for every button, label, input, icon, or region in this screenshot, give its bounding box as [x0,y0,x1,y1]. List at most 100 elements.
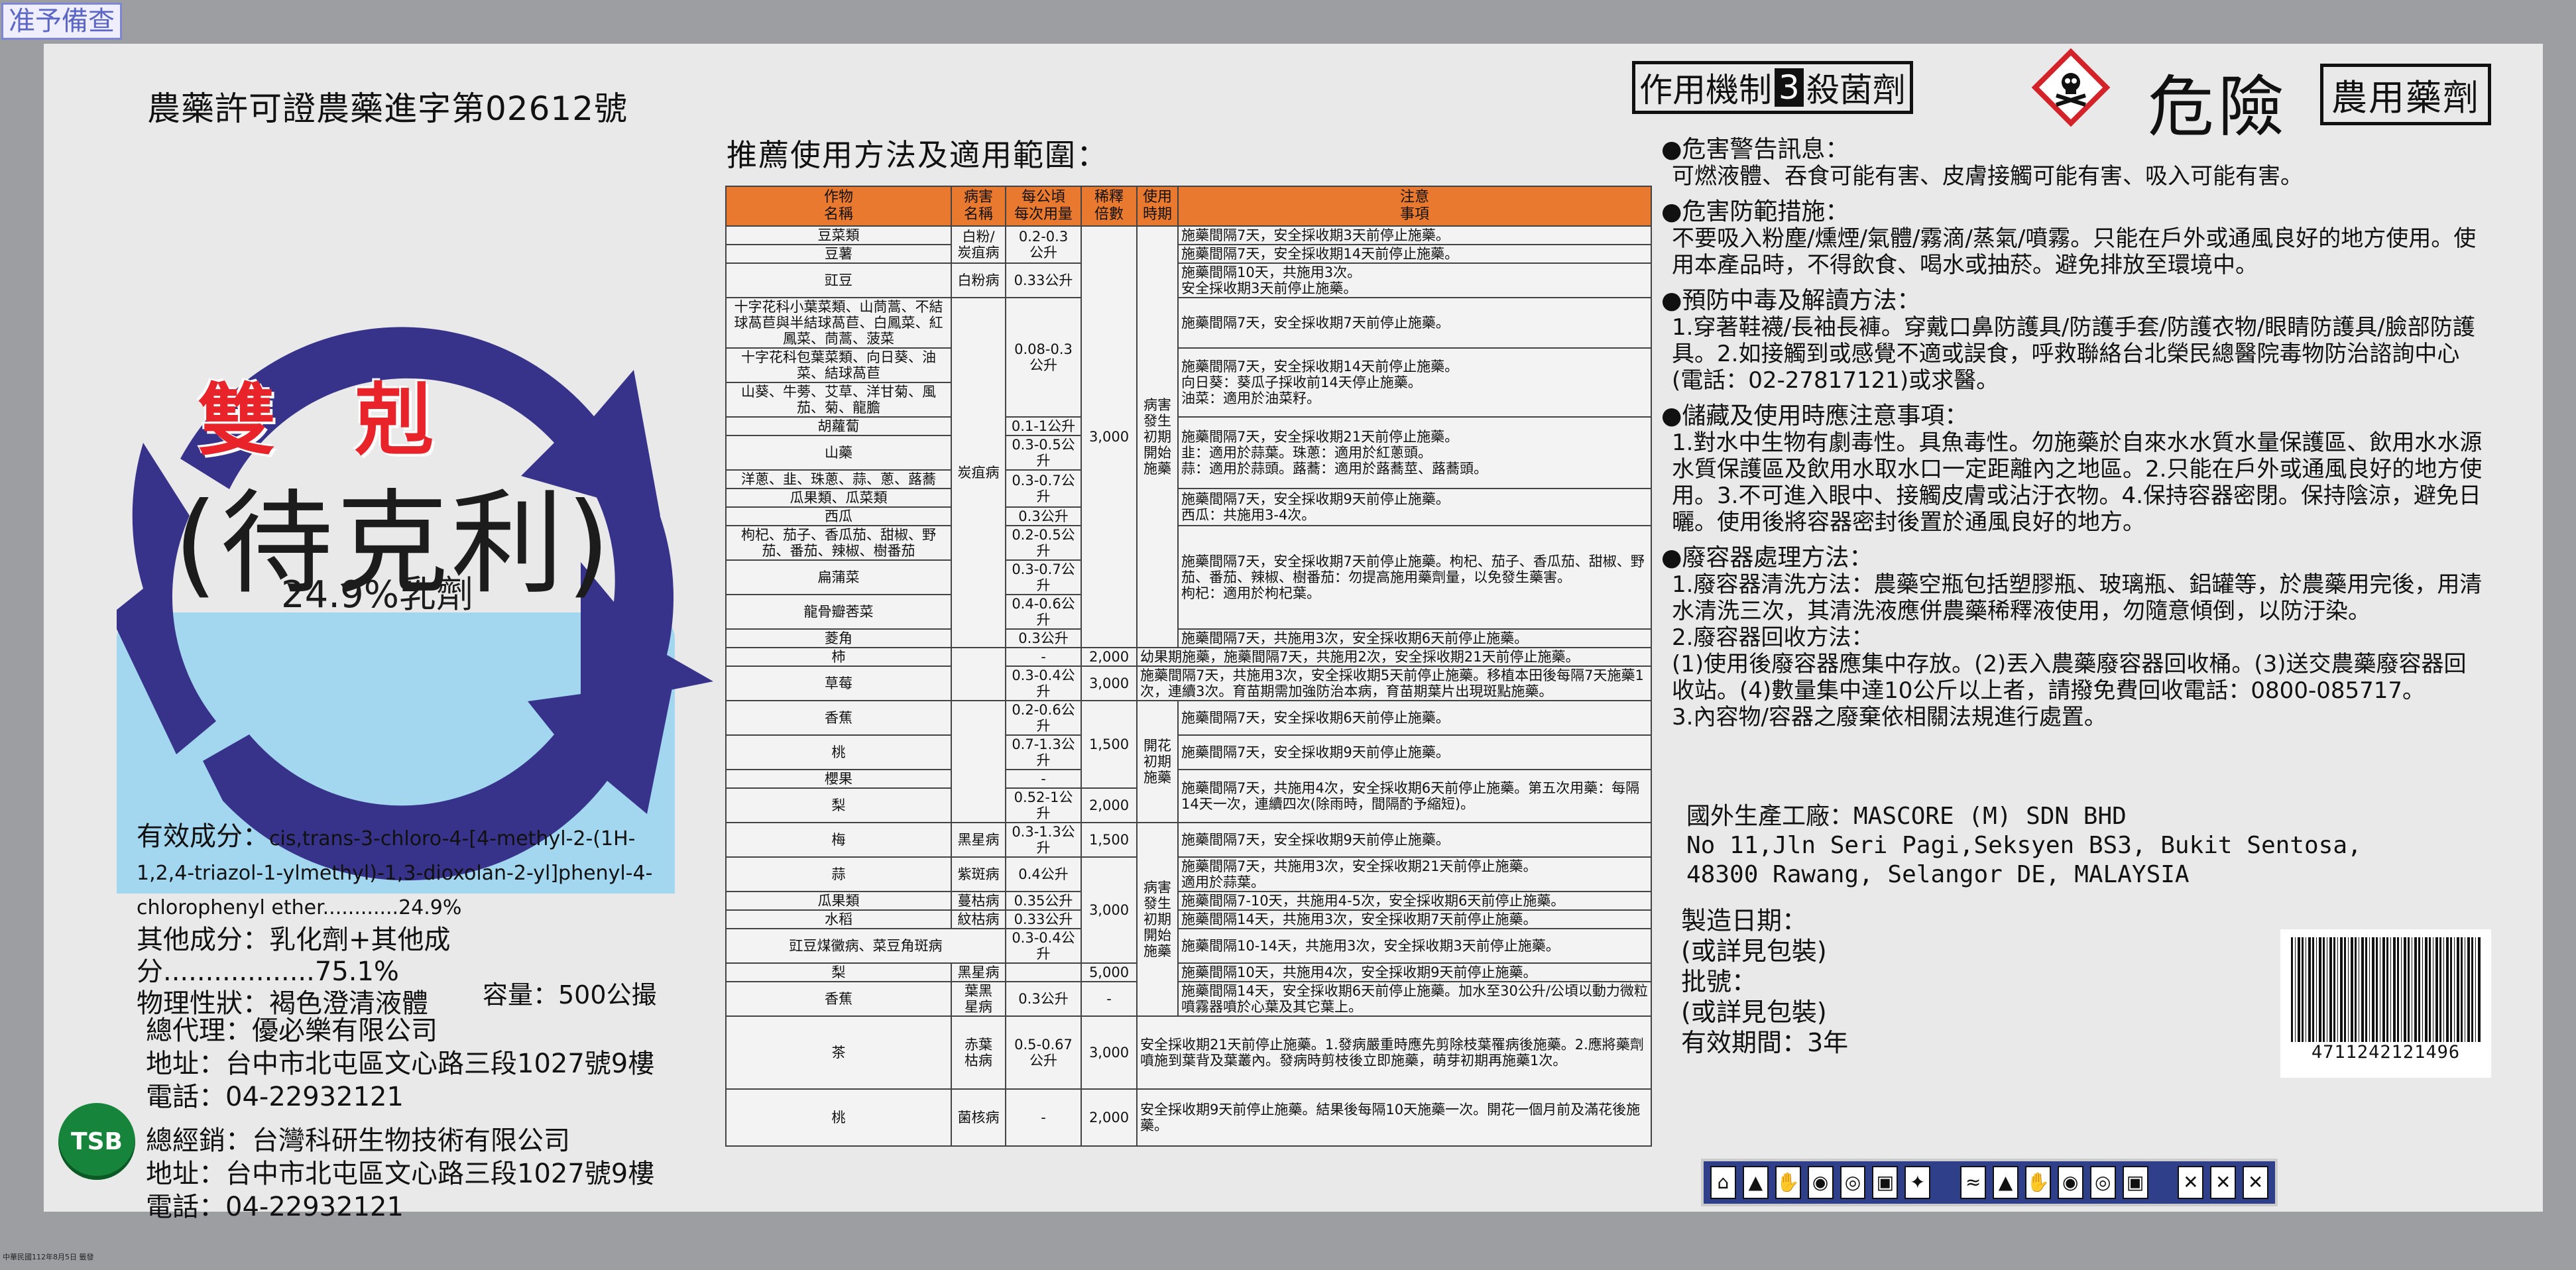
notes-cell: 施藥間隔7天，安全採收期9天前停止施藥。 西瓜：共施用3-4次。 [1177,488,1652,526]
crop-cell: 枸杞、茄子、香瓜茄、甜椒、野茄、番茄、辣椒、樹番茄 [725,525,952,561]
product-concentration: 24.9%乳劑 [281,573,473,616]
dilution-cell: 3,000 [1081,665,1138,701]
dosage-cell: 0.3公升 [1005,506,1082,526]
notes-cell: 施藥間隔7天，安全採收期6天前停止施藥。 [1177,700,1652,736]
batch-label: 批號： [1681,967,1757,996]
notes-cell: 施藥間隔7天，安全採收期9天前停止施藥。 [1177,734,1652,770]
table-row: 豆薯 施藥間隔7天，安全採收期14天前停止施藥。 [725,244,1652,264]
notes-cell: 幼果期施藥，施藥間隔7天，共施用2次，安全採收期21天前停止施藥。 [1136,647,1652,667]
notes-cell: 施藥間隔10-14天，共施用3次，安全採收期3天前停止施藥。 [1177,928,1652,964]
distributor-phone: 電話：04-22932121 [146,1192,404,1222]
table-row: 菱角 0.3公升 施藥間隔7天，共施用3次，安全採收期6天前停止施藥。 [725,628,1652,648]
agricultural-use-label: 農用藥劑 [2320,64,2491,125]
table-row: 瓜果類、瓜菜類 施藥間隔7天，安全採收期9天前停止施藥。 西瓜：共施用3-4次。 [725,488,1652,526]
dosage-cell: 0.3-0.7公升 [1005,559,1082,595]
crop-cell: 瓜果類 [725,891,952,911]
storage-text: 1.對水中生物有劇毒性。具魚毒性。勿施藥於自來水水質水量保護區、飲用水水源水質保… [1672,430,2483,536]
manufacturer-address-1: No 11,Jln Seri Pagi,Seksyen BS3, Bukit S… [1686,832,2362,859]
fish-toxic-icon: ✕ [2178,1166,2204,1199]
header-disease: 病害 名稱 [951,186,1006,227]
mechanism-box: 作用機制 3 殺菌劑 [1632,61,1913,114]
disease-cell: 菌核病 [951,1088,1006,1147]
dosage-cell: 0.08-0.3 公升 [1005,297,1082,418]
dosage-cell: 0.3-0.7公升 [1005,469,1082,508]
disease-cell: 白粉病 [951,262,1006,298]
pictogram-gap [1937,1166,1954,1199]
dosage-cell: 0.33公升 [1005,262,1082,298]
notes-cell: 施藥間隔7天，安全採收期14天前停止施藥。 [1177,244,1652,264]
mechanism-label: 作用機制 [1639,71,1772,109]
table-row: 茶 赤葉 枯病 0.5-0.67 公升 3,000 安全採收期21天前停止施藥。… [725,1015,1652,1090]
agent-line: 總代理：優必樂有限公司 [146,1015,438,1046]
header-notes: 注意 事項 [1177,186,1652,227]
notes-cell: 施藥間隔7-10天，共施用4-5次，安全採收期6天前停止施藥。 [1177,891,1652,911]
header-dosage: 每公頃 每次用量 [1005,186,1082,227]
dilution-cell: 5,000 [1081,962,1138,982]
disease-cell: 白粉/ 炭疽病 [951,225,1006,264]
boots-icon: ▲ [1742,1166,1769,1199]
permit-number: 農藥許可證農藥進字第02612號 [147,89,628,128]
crop-cell: 梨 [725,787,952,823]
table-row: 桃 菌核病 - 2,000 安全採收期9天前停止施藥。結果後每隔10天施藥一次。… [725,1088,1652,1147]
hazard-warning-text: 可燃液體、吞食可能有害、皮膚接觸可能有害、吸入可能有害。 [1672,163,2303,190]
dosage-cell: 0.3-0.4公升 [1005,928,1082,964]
dilution-cell: - [1081,981,1138,1017]
table-row: 十字花科小葉菜類、山茼蒿、不結球萵苣與半結球萵苣、白鳳菜、紅鳳菜、茼蒿、菠菜 炭… [725,297,1652,648]
hazard-prevention-text: 不要吸入粉塵/燻煙/氣體/霧滴/蒸氣/噴霧。只能在戶外或通風良好的地方使用。使用… [1672,225,2477,278]
usage-table-title: 推薦使用方法及適用範圍： [727,137,1108,173]
distributor-line: 總經銷：台灣科研生物技術有限公司 [146,1126,570,1156]
manufacturer-name: 國外生產工廠：MASCORE (M) SDN BHD [1686,803,2127,830]
crop-cell: 洋蔥、韭、珠蔥、蒜、蔥、蕗蕎 [725,469,952,489]
crop-cell: 瓜果類、瓜菜類 [725,488,952,508]
footer-note: 中華民國112年8月5日 籤發 [3,1253,94,1261]
manufacturer-info: 國外生產工廠：MASCORE (M) SDN BHD No 11,Jln Ser… [1686,802,2362,890]
crop-cell: 胡蘿蔔 [725,416,952,436]
disposal-text-1: 1.廢容器清洗方法：農藥空瓶包括塑膠瓶、玻璃瓶、鋁罐等，於農藥用完後，用清水清洗… [1672,571,2483,624]
disposal-text-2: 2.廢容器回收方法： [1672,624,1874,651]
notes-cell: 施藥間隔7天，共施用4次，安全採收期6天前停止施藥。第五次用藥：每隔14天一次，… [1177,769,1652,823]
shelf-life: 有效期間：3年 [1681,1028,1849,1057]
dosage-cell: 0.3公升 [1005,981,1082,1017]
hazard-warning-heading: ●危害警告訊息： [1661,136,1849,163]
dosage-cell: 0.7-1.3公升 [1005,734,1082,770]
notes-cell: 施藥間隔7天，共施用3次，安全採收期5天前停止施藥。移植本田後每隔7天施藥1次，… [1136,665,1652,701]
notes-cell: 安全採收期21天前停止施藥。1.發病嚴重時應先剪除枝葉罹病後施藥。2.應將藥劑噴… [1136,1015,1652,1090]
hazard-prevention-heading: ●危害防範措施： [1661,198,1849,225]
boots-icon: ▲ [1993,1166,2019,1199]
gloves-icon: ✋ [1775,1166,1801,1199]
danger-text: 危險 [2148,68,2288,146]
dilution-cell: 3,000 [1081,856,1138,964]
dosage-cell: 0.33公升 [1005,909,1082,929]
notes-cell: 施藥間隔7天，安全採收期3天前停止施藥。 [1177,225,1652,245]
crop-cell: 草莓 [725,665,952,701]
dosage-cell: - [1005,647,1082,667]
agent-address: 地址：台中市北屯區文心路三段1027號9樓 [146,1049,655,1079]
table-row: 桃 0.7-1.3公升 施藥間隔7天，安全採收期9天前停止施藥。 [725,734,1652,770]
header-timing: 使用 時期 [1136,186,1179,227]
apron-icon: ▣ [1872,1166,1899,1199]
table-row: 水稻 紋枯病 0.33公升 施藥間隔14天，共施用3次，安全採收期7天前停止施藥… [725,909,1652,929]
table-row: 枸杞、茄子、香瓜茄、甜椒、野茄、番茄、辣椒、樹番茄 0.2-0.5公升 施藥間隔… [725,525,1652,630]
dosage-cell [1005,962,1082,982]
disease-cell: 紫斑病 [951,856,1006,892]
notes-cell: 施藥間隔14天，共施用3次，安全採收期7天前停止施藥。 [1177,909,1652,929]
pictogram-gap [2155,1166,2172,1199]
disease-cell [951,700,1006,823]
disease-cell: 紋枯病 [951,909,1006,929]
crop-cell: 豆薯 [725,244,952,264]
warning-section: ●危害警告訊息： 可燃液體、吞食可能有害、皮膚接觸可能有害、吸入可能有害。 ●危… [1661,136,2483,731]
disease-cell: 炭疽病 [951,297,1006,648]
dilution-cell: 2,000 [1081,1088,1138,1147]
table-row: 草莓 0.3-0.4公升 3,000 施藥間隔7天，共施用3次，安全採收期5天前… [725,665,1652,701]
crop-cell: 扁蒲菜 [725,559,952,595]
crop-cell: 豇豆 [725,262,952,298]
manufacture-date-note: (或詳見包裝) [1681,937,1827,966]
crop-cell: 茶 [725,1015,952,1090]
table-row: 柿 - 2,000 幼果期施藥，施藥間隔7天，共施用2次，安全採收期21天前停止… [725,647,1652,701]
dosage-cell: 0.2-0.6公升 [1005,700,1082,736]
skull-crossbones-icon [2031,48,2111,127]
crop-cell: 山藥 [725,435,952,471]
header-dilution: 稀釋 倍數 [1081,186,1138,227]
timing-cell: 病害 發生 初期 開始 施藥 [1136,822,1179,1017]
production-info: 製造日期： (或詳見包裝) 批號： (或詳見包裝) 有效期間：3年 [1681,905,1848,1058]
